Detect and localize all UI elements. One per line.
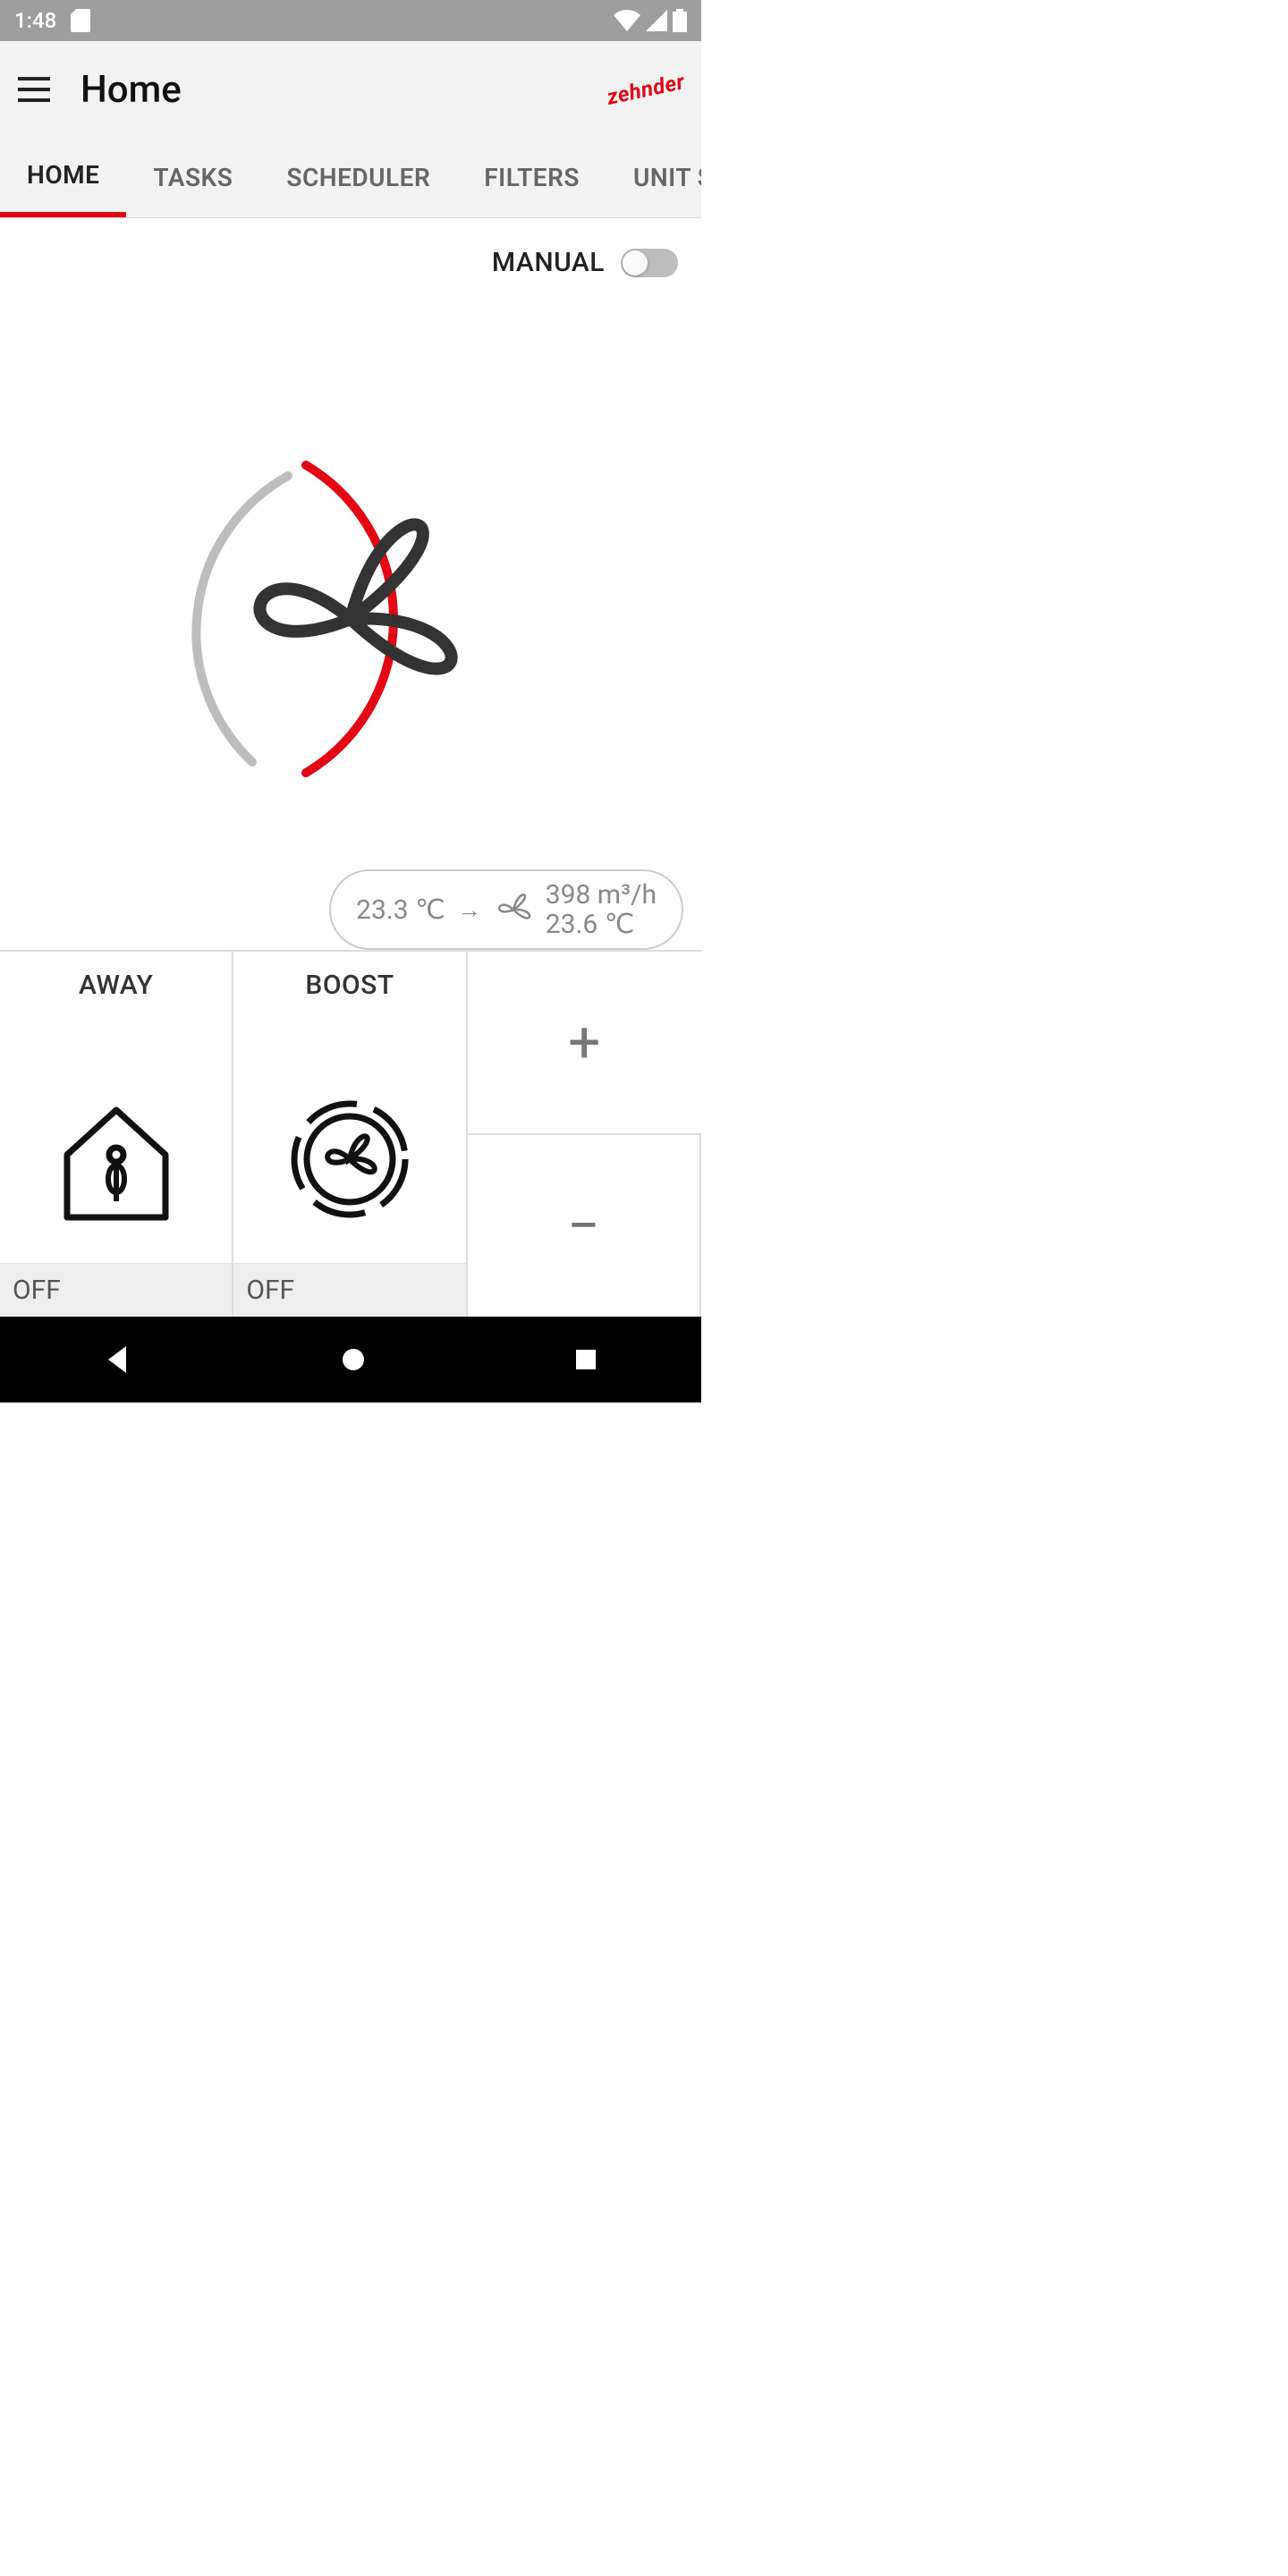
nav-home-button[interactable] bbox=[340, 1346, 367, 1373]
manual-toggle-row: MANUAL bbox=[0, 218, 701, 287]
wifi-icon bbox=[614, 10, 640, 31]
nav-back-button[interactable] bbox=[103, 1344, 133, 1375]
android-nav-bar bbox=[0, 1317, 701, 1402]
brand-logo: zehnder bbox=[605, 69, 687, 110]
minus-icon: − bbox=[567, 1192, 600, 1259]
page-title: Home bbox=[80, 68, 578, 112]
tab-strip: HOME TASKS SCHEDULER FILTERS UNIT STATUS bbox=[0, 138, 701, 218]
nav-recents-button[interactable] bbox=[573, 1347, 598, 1372]
battery-icon bbox=[673, 9, 687, 32]
mode-away-status: OFF bbox=[0, 1263, 232, 1317]
tab-home[interactable]: HOME bbox=[0, 138, 126, 217]
airflow-rate: 398 m³/h bbox=[546, 880, 657, 910]
tab-scheduler[interactable]: SCHEDULER bbox=[259, 138, 457, 217]
sd-card-icon bbox=[71, 9, 90, 32]
content-area: MANUAL 23.3 ℃ → 398 m³/h 23.6 ℃ bbox=[0, 218, 701, 1317]
mode-away-title: AWAY bbox=[79, 970, 153, 1001]
decrease-button[interactable]: − bbox=[468, 1133, 701, 1317]
mode-grid: AWAY OFF BOOST bbox=[0, 950, 701, 1317]
plus-icon: + bbox=[568, 1009, 600, 1076]
readings-badge[interactable]: 23.3 ℃ → 398 m³/h 23.6 ℃ bbox=[329, 869, 683, 950]
app-bar: Home zehnder bbox=[0, 41, 701, 138]
mode-away[interactable]: AWAY OFF bbox=[0, 950, 233, 1317]
status-time: 1:48 bbox=[14, 8, 56, 33]
inlet-temperature: 23.3 ℃ bbox=[356, 894, 445, 926]
outlet-temperature: 23.6 ℃ bbox=[546, 910, 657, 939]
toggle-knob bbox=[623, 250, 648, 275]
manual-toggle[interactable] bbox=[621, 249, 678, 277]
status-bar: 1:48 bbox=[0, 0, 701, 41]
status-right-icons bbox=[614, 9, 687, 32]
tab-unit-status[interactable]: UNIT STATUS bbox=[606, 138, 701, 217]
cell-signal-icon bbox=[646, 10, 667, 31]
fan-gauge[interactable] bbox=[0, 287, 701, 950]
mode-boost-status: OFF bbox=[233, 1263, 465, 1317]
fan-icon bbox=[494, 890, 533, 929]
mode-boost[interactable]: BOOST OFF bbox=[233, 950, 467, 1317]
menu-icon[interactable] bbox=[16, 72, 52, 107]
tab-filters[interactable]: FILTERS bbox=[457, 138, 606, 217]
increase-button[interactable]: + bbox=[468, 950, 701, 1133]
mode-boost-title: BOOST bbox=[305, 970, 394, 1001]
arrow-right-icon: → bbox=[458, 896, 481, 924]
manual-label: MANUAL bbox=[492, 247, 605, 278]
tab-tasks[interactable]: TASKS bbox=[126, 138, 259, 217]
